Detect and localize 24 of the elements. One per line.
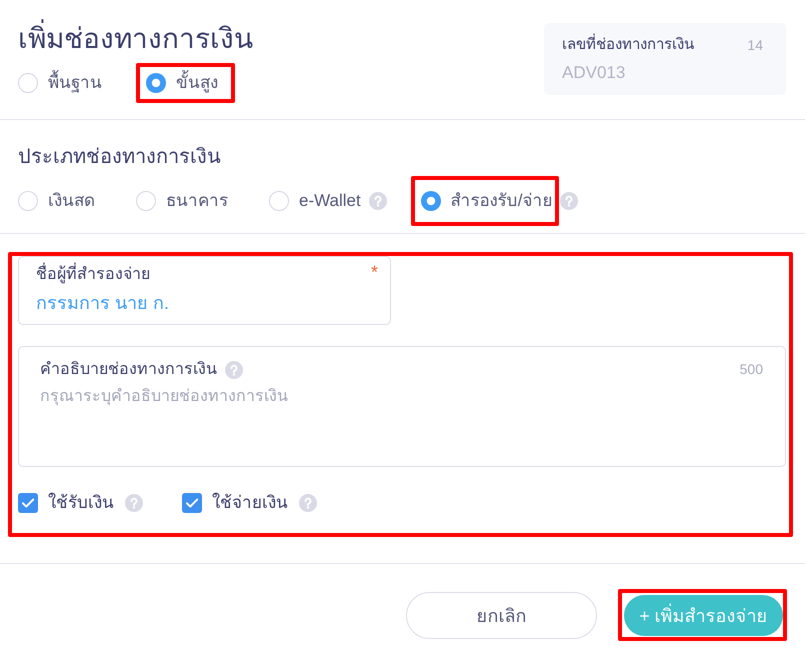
required-mark: *: [370, 264, 378, 280]
checkbox-option[interactable]: ใช้จ่ายเงิน: [182, 493, 288, 513]
help-icon[interactable]: [368, 192, 387, 210]
card-count: 14: [747, 36, 763, 55]
radio-option[interactable]: ธนาคาร: [136, 191, 228, 211]
description-field[interactable]: คำอธิบายช่องทางการเงิน 500 กรุณาระบุคำอธิบายช่องทางการเงิน: [18, 346, 786, 467]
help-icon[interactable]: [125, 494, 143, 512]
page-title: เพิ่มช่องทางการเงิน: [18, 20, 253, 58]
section-heading: ประเภทช่องทางการเงิน: [18, 145, 221, 170]
radio-option[interactable]: เงินสด: [18, 191, 95, 211]
description-input[interactable]: กรุณาระบุคำอธิบายช่องทางการเงิน: [40, 386, 763, 458]
field-label: ชื่อผู้ที่สำรองจ่าย: [36, 264, 150, 286]
help-icon[interactable]: [560, 192, 578, 210]
card-label: เลขที่ช่องทางการเงิน: [562, 34, 694, 56]
radio-option[interactable]: สำรองรับ/จ่าย: [420, 191, 552, 211]
payer-name-field[interactable]: ชื่อผู้ที่สำรองจ่าย * กรรมการ นาย ก.: [18, 256, 391, 325]
cancel-button[interactable]: ยกเลิก: [406, 592, 597, 639]
checkbox-option[interactable]: ใช้รับเงิน: [18, 493, 114, 513]
field-label: คำอธิบายช่องทางการเงิน: [40, 360, 217, 380]
help-icon[interactable]: [225, 361, 243, 379]
help-icon[interactable]: [299, 494, 317, 512]
radio-option[interactable]: e-Wallet: [269, 191, 361, 211]
character-limit: 500: [740, 360, 763, 379]
card-value: ADV013: [562, 62, 626, 84]
